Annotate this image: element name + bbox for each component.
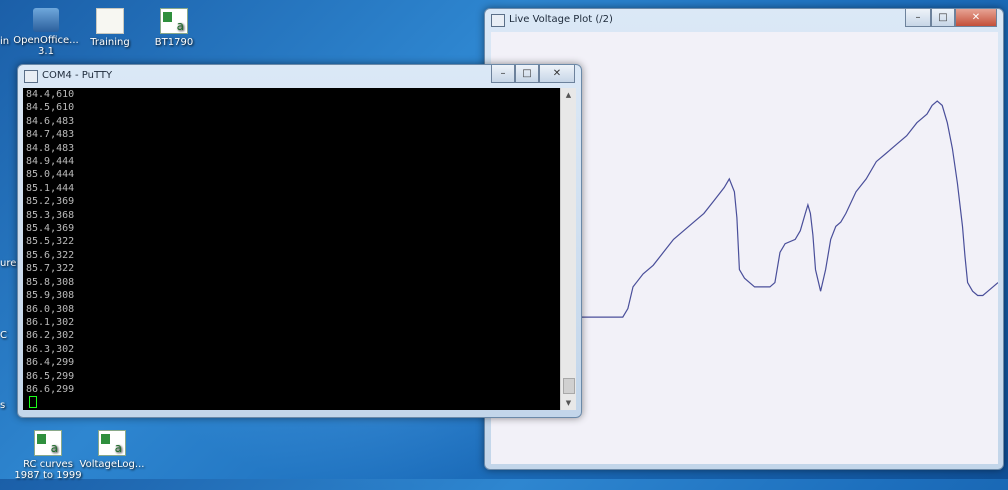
terminal-line: 86.2,302 [26, 330, 75, 342]
putty-window[interactable]: COM4 - PuTTY – □ ✕ 84.4,610 84.5,610 84.6,… [17, 64, 582, 418]
desktop-icon-label: VoltageLog... [79, 459, 145, 470]
scroll-up-icon[interactable]: ▲ [561, 88, 576, 102]
desktop-icon-training[interactable]: Training [74, 8, 146, 48]
excel-file-icon [160, 8, 188, 34]
terminal-line: 86.4,299 [26, 357, 75, 369]
desktop-edge-label: ure [0, 258, 17, 269]
close-button[interactable]: ✕ [955, 9, 997, 27]
terminal-line: 85.8,308 [26, 276, 75, 288]
folder-icon [96, 8, 124, 34]
terminal-line: 86.6,299 [26, 383, 75, 395]
terminal-line: 86.1,302 [26, 316, 75, 328]
desktop-icon-voltagelog[interactable]: VoltageLog... [76, 430, 148, 470]
close-button[interactable]: ✕ [539, 65, 575, 83]
terminal-cursor [29, 396, 37, 409]
desktop-icon-openoffice[interactable]: OpenOffice... 3.1 [10, 8, 82, 57]
terminal-line: 86.3,302 [26, 343, 75, 355]
terminal-line: 85.5,322 [26, 236, 75, 248]
terminal-line: 85.7,322 [26, 263, 75, 275]
terminal-line: 85.4,369 [26, 223, 75, 235]
openoffice-icon [33, 8, 59, 32]
maximize-button[interactable]: □ [931, 9, 955, 27]
maximize-button[interactable]: □ [515, 65, 539, 83]
terminal-line: 84.4,610 [26, 89, 75, 100]
desktop-edge-label: C [0, 330, 7, 341]
minimize-button[interactable]: – [491, 65, 515, 83]
plot-window-titlebar[interactable]: Live Voltage Plot (/2) – □ ✕ [485, 9, 1003, 31]
vertical-scrollbar[interactable]: ▲ ▼ [560, 88, 576, 410]
plot-app-icon [491, 14, 505, 27]
terminal-cursor-line [23, 396, 560, 409]
terminal-line: 84.9,444 [26, 156, 75, 168]
terminal-line: 86.5,299 [26, 370, 75, 382]
terminal-line: 84.7,483 [26, 129, 75, 141]
desktop-icon-rc-curves[interactable]: RC curves 1987 to 1999 [12, 430, 84, 481]
terminal-output[interactable]: 84.4,610 84.5,610 84.6,483 84.7,483 84.8,483… [23, 88, 560, 410]
terminal-line: 85.1,444 [26, 182, 75, 194]
desktop-edge-label: in [0, 36, 10, 47]
desktop-icon-sublabel: 1987 to 1999 [14, 470, 82, 481]
plot-window-title: Live Voltage Plot (/2) [509, 14, 613, 25]
terminal-line: 85.0,444 [26, 169, 75, 181]
scroll-down-icon[interactable]: ▼ [561, 396, 576, 410]
desktop-icon-label: Training [90, 37, 130, 48]
terminal-line: 85.2,369 [26, 196, 75, 208]
terminal-line: 85.9,308 [26, 290, 75, 302]
desktop-edge-label: s [0, 400, 6, 411]
putty-window-title: COM4 - PuTTY [42, 70, 113, 81]
terminal-line: 84.8,483 [26, 142, 75, 154]
desktop-icon-sublabel: 3.1 [38, 46, 54, 57]
terminal-line: 84.6,483 [26, 115, 75, 127]
scrollbar-thumb[interactable] [563, 378, 575, 394]
excel-file-icon [34, 430, 62, 456]
terminal-line: 84.5,610 [26, 102, 75, 114]
desktop-icon-label: BT1790 [154, 37, 194, 48]
minimize-button[interactable]: – [905, 9, 931, 27]
desktop-icon-label: OpenOffice... [13, 35, 79, 46]
putty-app-icon [24, 70, 38, 83]
desktop-icon-label: RC curves [23, 459, 73, 470]
terminal-line: 85.6,322 [26, 249, 75, 261]
putty-titlebar[interactable]: COM4 - PuTTY – □ ✕ [18, 65, 581, 87]
desktop-icon-bt1790[interactable]: BT1790 [138, 8, 210, 48]
terminal-line: 85.3,368 [26, 209, 75, 221]
terminal-line: 86.0,308 [26, 303, 75, 315]
excel-file-icon [98, 430, 126, 456]
